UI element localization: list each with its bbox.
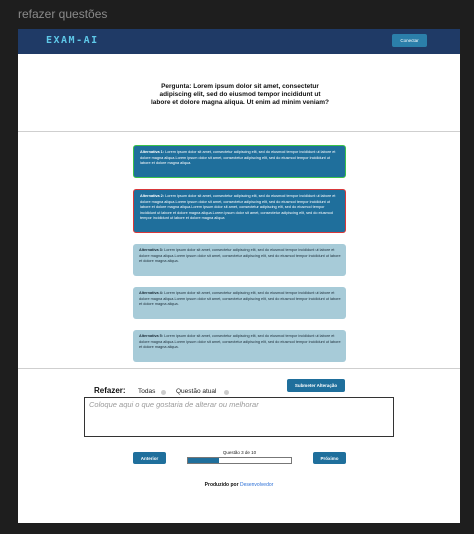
option-current-label[interactable]: Questão atual xyxy=(176,388,216,395)
option-all-label[interactable]: Todas xyxy=(138,388,155,395)
option-all-radio[interactable] xyxy=(161,390,166,395)
previous-button[interactable]: Anterior xyxy=(133,452,166,464)
top-navbar: EXAM-AI Conectar xyxy=(18,29,460,54)
alternative-1[interactable]: Alternativa 1: Lorem ipsum dolor sit ame… xyxy=(133,145,346,178)
divider-bottom xyxy=(18,368,460,369)
progress-label: Questão 3 de 10 xyxy=(222,450,257,455)
alternative-5-text: Lorem ipsum dolor sit amet, consectetur … xyxy=(139,334,341,350)
alternative-5-label: Alternativa 5: xyxy=(139,334,164,338)
alternative-3[interactable]: Alternativa 3: Lorem ipsum dolor sit ame… xyxy=(133,244,346,276)
developer-link[interactable]: Desenvolvedor xyxy=(240,482,273,488)
next-button[interactable]: Próximo xyxy=(313,452,346,464)
alternative-2[interactable]: Alternativa 2: Lorem ipsum dolor sit ame… xyxy=(133,189,346,233)
submit-change-button[interactable]: Submeter Alteração xyxy=(287,379,345,392)
app-frame: EXAM-AI Conectar Pergunta: Lorem ipsum d… xyxy=(18,29,460,523)
footer-credit: Produzido por Desenvolvedor xyxy=(18,482,460,488)
redo-title: Refazer: xyxy=(94,386,126,395)
alternative-3-label: Alternativa 3: xyxy=(139,248,164,252)
alternative-3-text: Lorem ipsum dolor sit amet, consectetur … xyxy=(139,248,341,264)
divider-top xyxy=(18,131,460,132)
frame-title: refazer questões xyxy=(18,7,108,21)
app-logo: EXAM-AI xyxy=(46,35,99,46)
progress-bar xyxy=(187,457,292,464)
alternative-5[interactable]: Alternativa 5: Lorem ipsum dolor sit ame… xyxy=(133,330,346,362)
option-current-radio[interactable] xyxy=(224,390,229,395)
alternative-2-text: Lorem ipsum dolor sit amet, consectetur … xyxy=(140,194,336,221)
alternative-2-label: Alternativa 2: xyxy=(140,194,165,198)
footer-prefix: Produzido por xyxy=(204,482,239,488)
alternative-1-text: Lorem ipsum dolor sit amet, consectetur … xyxy=(140,150,336,166)
alternative-1-label: Alternativa 1: xyxy=(140,150,165,154)
alternative-4-label: Alternativa 4: xyxy=(139,291,164,295)
question-text: Pergunta: Lorem ipsum dolor sit amet, co… xyxy=(150,83,330,107)
progress-bar-fill xyxy=(188,458,219,463)
alternative-4[interactable]: Alternativa 4: Lorem ipsum dolor sit ame… xyxy=(133,287,346,319)
change-request-input[interactable] xyxy=(84,397,394,437)
connect-button[interactable]: Conectar xyxy=(392,34,427,47)
alternative-4-text: Lorem ipsum dolor sit amet, consectetur … xyxy=(139,291,341,307)
